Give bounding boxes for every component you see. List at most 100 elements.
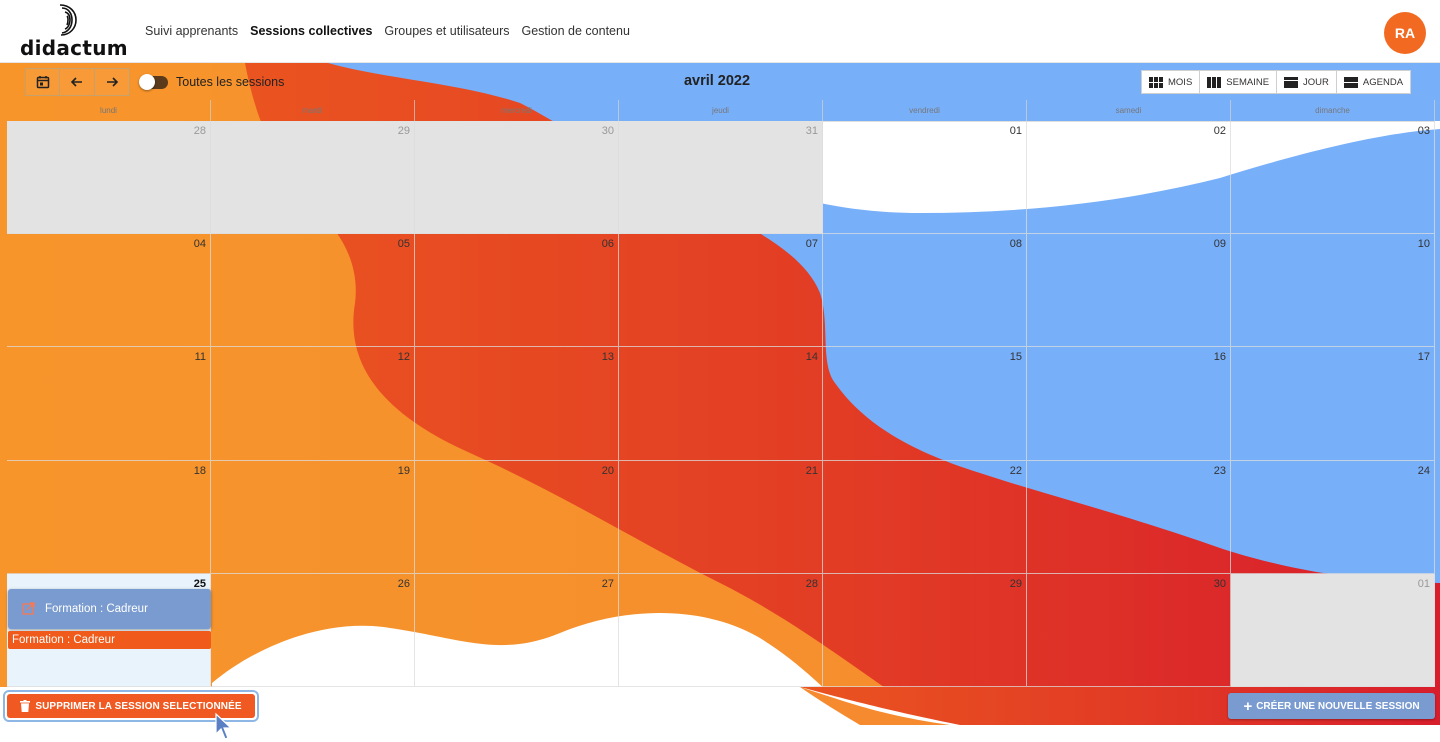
day-number: 13 xyxy=(601,351,614,364)
arrow-left-icon xyxy=(70,77,82,87)
day-cell[interactable]: 09 xyxy=(1027,234,1231,348)
day-cell[interactable]: 22 xyxy=(823,460,1027,574)
day-cell[interactable]: 19 xyxy=(211,460,415,574)
view-agenda-button[interactable]: AGENDA xyxy=(1335,71,1410,93)
all-sessions-label: Toutes les sessions xyxy=(176,75,285,89)
day-cell[interactable]: 02 xyxy=(1027,121,1231,235)
user-avatar[interactable]: RA xyxy=(1384,12,1426,54)
day-number: 12 xyxy=(397,351,410,364)
plus-icon: + xyxy=(1243,697,1253,715)
all-sessions-toggle[interactable] xyxy=(139,73,168,90)
view-day-button[interactable]: JOUR xyxy=(1276,71,1336,93)
external-link-icon xyxy=(22,602,35,615)
nav-gestion-contenu[interactable]: Gestion de contenu xyxy=(521,24,629,38)
day-cell[interactable]: 10 xyxy=(1231,234,1435,348)
agenda-list-icon xyxy=(1343,76,1358,88)
day-cell[interactable]: 18 xyxy=(7,460,211,574)
day-cell[interactable]: 21 xyxy=(619,460,823,574)
day-cell[interactable]: 16 xyxy=(1027,347,1231,461)
didactum-logo[interactable]: didactum xyxy=(20,4,130,60)
event-title: Formation : Cadreur xyxy=(45,602,148,615)
event-selected[interactable]: Formation : Cadreur xyxy=(8,588,211,629)
trash-icon xyxy=(20,700,31,712)
weekday-6: dimanche xyxy=(1231,100,1435,122)
day-cell[interactable]: 15 xyxy=(823,347,1027,461)
day-cell[interactable]: 28 xyxy=(619,573,823,687)
calendar-weeks: 28 29 30 31 01 02 03 04 05 06 07 08 09 10 11 12 13 14 15 16… xyxy=(7,121,1435,687)
day-number: 30 xyxy=(601,125,614,137)
day-cell[interactable]: 30 xyxy=(1027,573,1231,687)
day-number: 16 xyxy=(1213,351,1226,364)
day-number: 05 xyxy=(397,238,410,251)
view-week-button[interactable]: SEMAINE xyxy=(1199,71,1276,93)
weekday-3: jeudi xyxy=(619,100,823,122)
day-number: 15 xyxy=(1009,351,1022,364)
day-cell[interactable]: 30 xyxy=(415,121,619,235)
day-number: 03 xyxy=(1417,125,1430,137)
day-number: 28 xyxy=(193,125,206,137)
day-cell[interactable]: 23 xyxy=(1027,460,1231,574)
day-number: 10 xyxy=(1417,238,1430,251)
day-cell[interactable]: 17 xyxy=(1231,347,1435,461)
day-cell[interactable]: 05 xyxy=(211,234,415,348)
weekday-header: lundi mardi mercredi jeudi vendredi samedi dim… xyxy=(7,100,1435,122)
day-cell[interactable]: 27 xyxy=(415,573,619,687)
day-number: 01 xyxy=(1009,125,1022,137)
day-cell[interactable]: 28 xyxy=(7,121,211,235)
day-cell[interactable]: 20 xyxy=(415,460,619,574)
day-number: 24 xyxy=(1417,464,1430,477)
main-nav: Suivi apprenants Sessions collectives Gr… xyxy=(145,24,630,38)
day-cell[interactable]: 08 xyxy=(823,234,1027,348)
create-session-label: CRÉER UNE NOUVELLE SESSION xyxy=(1256,700,1420,712)
day-number: 30 xyxy=(1213,577,1226,590)
day-cell[interactable]: 01 xyxy=(823,121,1027,235)
week-columns-icon xyxy=(1207,76,1222,88)
day-number: 29 xyxy=(1009,577,1022,590)
day-rows-icon xyxy=(1284,76,1299,88)
today-button[interactable] xyxy=(25,68,60,96)
logo-text: didactum xyxy=(20,36,128,60)
day-cell[interactable]: 11 xyxy=(7,347,211,461)
day-cell[interactable]: 14 xyxy=(619,347,823,461)
weekday-0: lundi xyxy=(7,100,211,122)
day-number: 27 xyxy=(601,577,614,590)
view-month-label: MOIS xyxy=(1168,76,1193,88)
day-number: 25 xyxy=(193,577,206,590)
weekday-2: mercredi xyxy=(415,100,619,122)
nav-sessions-collectives[interactable]: Sessions collectives xyxy=(250,24,372,38)
fingerprint-logo-icon xyxy=(59,4,77,36)
day-number: 31 xyxy=(805,125,818,137)
calendar-toolbar: Toutes les sessions xyxy=(25,68,284,96)
create-session-button[interactable]: + CRÉER UNE NOUVELLE SESSION xyxy=(1228,693,1435,719)
day-cell[interactable]: 06 xyxy=(415,234,619,348)
view-week-label: SEMAINE xyxy=(1226,76,1270,88)
day-cell[interactable]: 07 xyxy=(619,234,823,348)
calendar-icon xyxy=(36,76,49,89)
day-number: 20 xyxy=(601,464,614,477)
day-cell[interactable]: 29 xyxy=(211,121,415,235)
day-cell[interactable]: 12 xyxy=(211,347,415,461)
day-cell[interactable]: 01 xyxy=(1231,573,1435,687)
view-day-label: JOUR xyxy=(1303,76,1329,88)
event-item[interactable]: Formation : Cadreur xyxy=(8,630,211,649)
nav-groupes-utilisateurs[interactable]: Groupes et utilisateurs xyxy=(384,24,509,38)
day-cell[interactable]: 29 xyxy=(823,573,1027,687)
view-month-button[interactable]: MOIS xyxy=(1142,71,1199,93)
calendar-title: avril 2022 xyxy=(683,73,751,89)
day-cell[interactable]: 31 xyxy=(619,121,823,235)
day-number: 28 xyxy=(805,577,818,590)
day-number: 29 xyxy=(397,125,410,137)
nav-suivi-apprenants[interactable]: Suivi apprenants xyxy=(145,24,238,38)
next-button[interactable] xyxy=(95,68,130,96)
top-header: didactum Suivi apprenants Sessions colle… xyxy=(0,0,1440,63)
day-number: 26 xyxy=(397,577,410,590)
day-cell[interactable]: 26 xyxy=(211,573,415,687)
day-cell[interactable]: 25 Formation : Cadreur Formation : Cadreur xyxy=(7,573,211,687)
day-number: 17 xyxy=(1417,351,1430,364)
day-cell[interactable]: 13 xyxy=(415,347,619,461)
day-number: 01 xyxy=(1417,577,1430,590)
day-cell[interactable]: 24 xyxy=(1231,460,1435,574)
previous-button[interactable] xyxy=(60,68,95,96)
day-cell[interactable]: 04 xyxy=(7,234,211,348)
day-cell[interactable]: 03 xyxy=(1231,121,1435,235)
